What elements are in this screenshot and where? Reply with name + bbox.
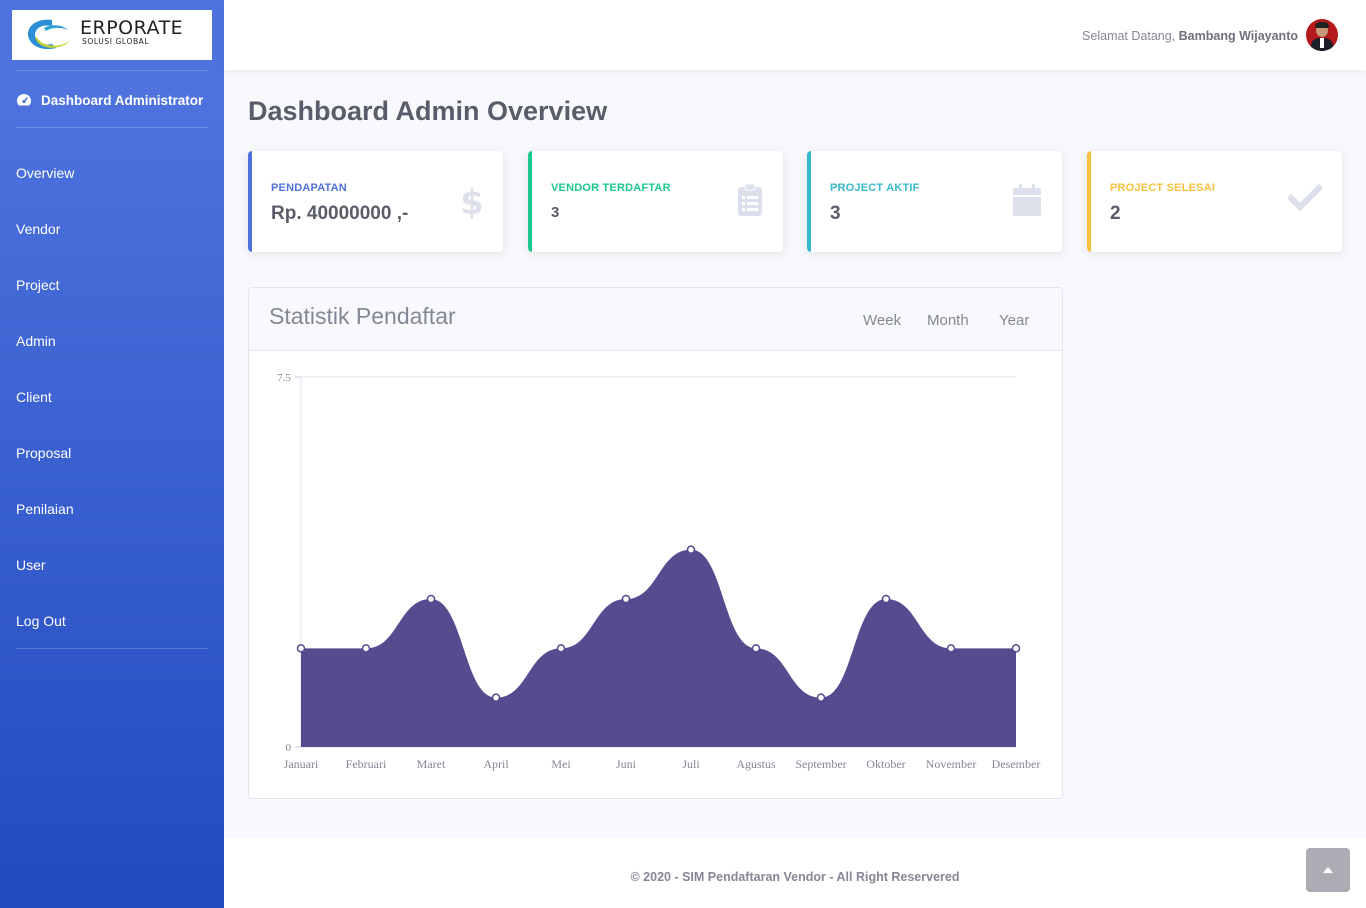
sidebar-item-vendor[interactable]: Vendor (16, 221, 60, 237)
data-point-september (816, 693, 826, 702)
data-point-november (946, 644, 956, 653)
calendar-icon (1013, 184, 1041, 216)
data-point-agustus (751, 644, 761, 653)
sidebar-divider (16, 127, 208, 128)
sidebar-item-penilaian[interactable]: Penilaian (16, 501, 74, 517)
card-label: VENDOR TERDAFTAR (551, 182, 671, 194)
greeting-text: Selamat Datang, (1082, 29, 1176, 43)
sidebar-item-user[interactable]: User (16, 557, 46, 573)
footer-copyright: © 2020 - SIM Pendaftaran Vendor - All Ri… (630, 870, 960, 884)
area-chart: 0 7.5 Januari Februari Maret April Mei Juni Juli… (277, 372, 1041, 771)
x-tick-label: September (795, 757, 846, 771)
area-series (301, 549, 1016, 747)
x-tick-label: Februari (346, 757, 387, 771)
x-tick-label: Agustus (736, 757, 776, 771)
sidebar-item-client[interactable]: Client (16, 389, 52, 405)
sidebar-divider (16, 648, 208, 649)
card-project-selesai: PROJECT SELESAI 2 (1087, 151, 1342, 252)
data-point-juni (621, 594, 631, 604)
data-point-oktober (881, 594, 891, 604)
data-point-desember (1011, 644, 1021, 653)
x-tick-label: Juni (616, 757, 637, 771)
y-tick-label: 0 (286, 742, 292, 754)
data-point-juli (686, 545, 696, 554)
dollar-icon: $ (461, 183, 483, 219)
logo-title: ERPORATE (80, 17, 184, 39)
topbar: Selamat Datang, Bambang Wijayanto (224, 0, 1366, 70)
sidebar-item-overview[interactable]: Overview (16, 165, 74, 181)
x-tick-label: Oktober (866, 757, 905, 771)
x-tick-label: April (483, 757, 509, 771)
logo[interactable]: ERPORATE SOLUSI GLOBAL (12, 10, 212, 60)
scroll-to-top-button[interactable] (1306, 848, 1350, 892)
tachometer-icon (17, 94, 31, 106)
user-greeting[interactable]: Selamat Datang, Bambang Wijayanto (1082, 29, 1298, 43)
x-tick-label: Januari (284, 757, 319, 771)
x-tick-label: Mei (551, 757, 571, 771)
card-label: PENDAPATAN (271, 182, 347, 194)
logo-subtitle: SOLUSI GLOBAL (82, 37, 150, 46)
card-value: 3 (551, 204, 560, 221)
data-point-februari (361, 644, 371, 653)
card-value: 3 (830, 203, 841, 224)
y-tick-label: 7.5 (277, 372, 291, 384)
sidebar-divider (16, 70, 208, 71)
clipboard-icon (738, 183, 762, 216)
page-title: Dashboard Admin Overview (248, 96, 608, 126)
sidebar-item-admin[interactable]: Admin (16, 333, 56, 349)
card-pendapatan: PENDAPATAN Rp. 40000000 ,- $ (248, 151, 503, 252)
data-point-mei (556, 644, 566, 653)
check-icon (1288, 183, 1322, 212)
data-point-januari (296, 644, 306, 653)
data-point-maret (426, 594, 436, 604)
svg-text:$: $ (461, 183, 483, 219)
card-vendor-terdaftar: VENDOR TERDAFTAR 3 (528, 151, 783, 252)
card-value: 2 (1110, 203, 1121, 224)
card-project-aktif: PROJECT AKTIF 3 (807, 151, 1062, 252)
data-point-april (491, 693, 501, 702)
logo-mark-icon (28, 19, 70, 50)
statistik-panel: Statistik Pendaftar Week Month Year 0 7.5… (248, 287, 1063, 799)
x-tick-label: Maret (417, 757, 446, 771)
sidebar-item-project[interactable]: Project (16, 277, 60, 293)
sidebar-item-proposal[interactable]: Proposal (16, 445, 71, 461)
x-tick-label: November (926, 757, 977, 771)
sidebar-item-logout[interactable]: Log Out (16, 613, 66, 629)
sidebar-item-dashboard[interactable]: Dashboard Administrator (16, 90, 203, 110)
card-label: PROJECT AKTIF (830, 182, 920, 194)
sidebar-brand-label: Dashboard Administrator (41, 92, 204, 108)
x-tick-label: Desember (992, 757, 1041, 771)
x-tick-label: Juli (682, 757, 700, 771)
sidebar: ERPORATE SOLUSI GLOBAL Dashboard Adminis… (0, 0, 224, 908)
avatar[interactable] (1306, 19, 1338, 51)
card-label: PROJECT SELESAI (1110, 182, 1216, 194)
footer: © 2020 - SIM Pendaftaran Vendor - All Ri… (224, 838, 1366, 908)
card-value: Rp. 40000000 ,- (271, 203, 409, 224)
username: Bambang Wijayanto (1178, 29, 1298, 43)
